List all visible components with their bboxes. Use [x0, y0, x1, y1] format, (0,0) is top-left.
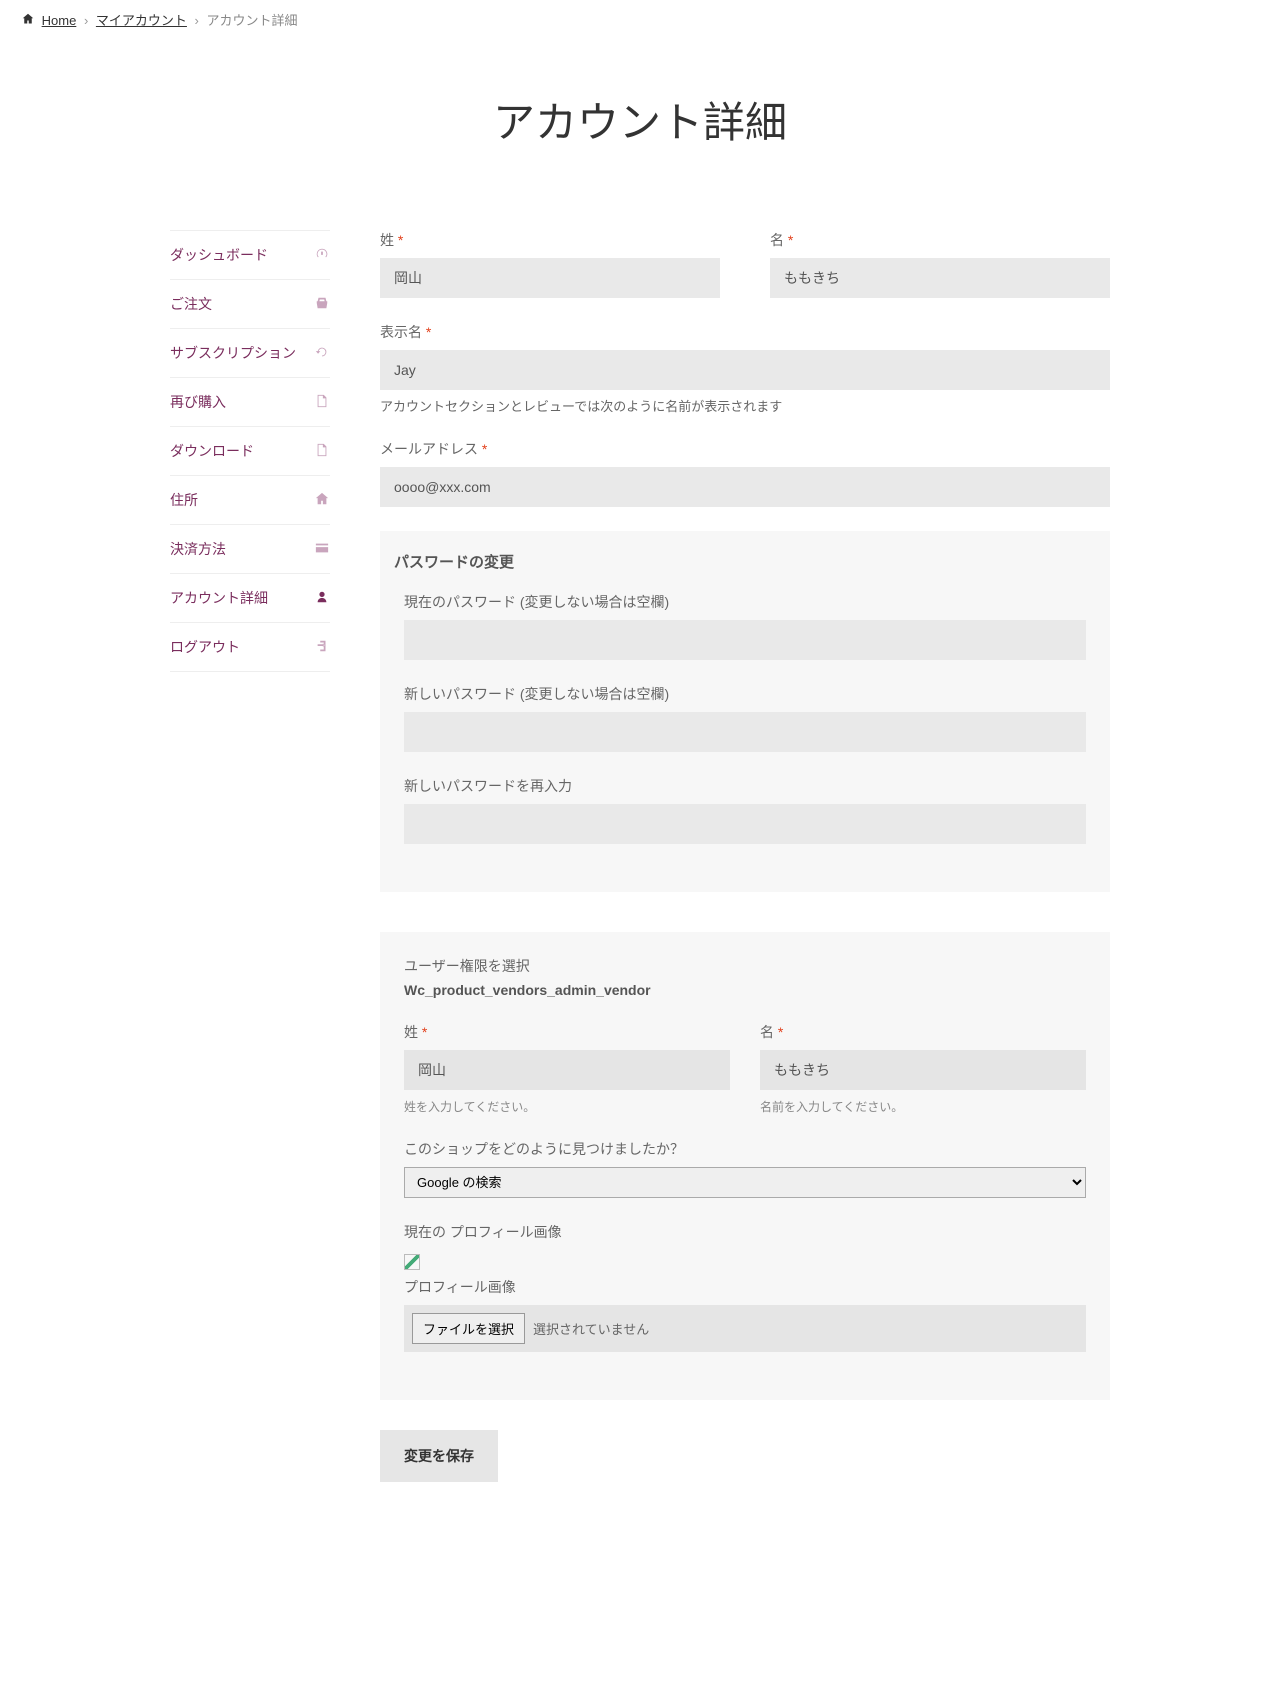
found-label: このショップをどのように見つけましたか？ — [404, 1139, 1086, 1159]
breadcrumb-separator: › — [84, 13, 88, 28]
sidebar-item-label: ご注文 — [170, 294, 212, 314]
file-status: 選択されていません — [533, 1319, 649, 1338]
extra-last-name-input[interactable] — [404, 1050, 730, 1090]
home-icon — [22, 13, 34, 28]
sidebar-item-label: サブスクリプション — [170, 343, 296, 363]
password-legend: パスワードの変更 — [380, 531, 1100, 582]
sidebar-item-7[interactable]: アカウント詳細 — [170, 573, 330, 622]
sidebar-item-0[interactable]: ダッシュボード — [170, 230, 330, 279]
extra-section: ユーザー権限を選択 Wc_product_vendors_admin_vendo… — [380, 932, 1110, 1400]
sidebar-item-label: 決済方法 — [170, 539, 226, 559]
confirm-password-label: 新しいパスワードを再入力 — [404, 776, 1086, 796]
sidebar-item-6[interactable]: 決済方法 — [170, 524, 330, 573]
home-icon — [314, 492, 330, 509]
current-password-label: 現在のパスワード (変更しない場合は空欄) — [404, 592, 1086, 612]
role-value: Wc_product_vendors_admin_vendor — [404, 982, 1086, 998]
breadcrumb-current: アカウント詳細 — [207, 13, 298, 28]
current-password-input[interactable] — [404, 620, 1086, 660]
sidebar-item-label: ダウンロード — [170, 441, 254, 461]
sidebar-item-4[interactable]: ダウンロード — [170, 426, 330, 475]
basket-icon — [314, 296, 330, 313]
sidebar-item-label: アカウント詳細 — [170, 588, 268, 608]
user-icon — [314, 590, 330, 607]
sidebar-item-1[interactable]: ご注文 — [170, 279, 330, 328]
email-label: メールアドレス * — [380, 439, 1110, 459]
found-select[interactable]: Google の検索 — [404, 1167, 1086, 1198]
page-title: アカウント詳細 — [170, 89, 1110, 150]
sidebar: ダッシュボードご注文サブスクリプション再び購入ダウンロード住所決済方法アカウント… — [170, 230, 330, 1482]
extra-last-name-label: 姓 * — [404, 1022, 730, 1042]
current-image-label: 現在の プロフィール画像 — [404, 1222, 1086, 1242]
breadcrumb-home[interactable]: Home — [42, 13, 77, 28]
role-label: ユーザー権限を選択 — [404, 956, 1086, 976]
extra-first-name-help: 名前を入力してください。 — [760, 1098, 1086, 1115]
display-name-label: 表示名 * — [380, 322, 1110, 342]
new-password-label: 新しいパスワード (変更しない場合は空欄) — [404, 684, 1086, 704]
sidebar-item-2[interactable]: サブスクリプション — [170, 328, 330, 377]
dashboard-icon — [314, 247, 330, 264]
sidebar-item-label: 住所 — [170, 490, 198, 510]
breadcrumb-separator: › — [195, 13, 199, 28]
email-input[interactable] — [380, 467, 1110, 507]
sidebar-item-5[interactable]: 住所 — [170, 475, 330, 524]
first-name-input[interactable] — [770, 258, 1110, 298]
refresh-icon — [314, 345, 330, 362]
extra-first-name-input[interactable] — [760, 1050, 1086, 1090]
breadcrumb: Home › マイアカウント › アカウント詳細 — [22, 0, 1110, 39]
first-name-label: 名 * — [770, 230, 1110, 250]
sidebar-item-3[interactable]: 再び購入 — [170, 377, 330, 426]
display-name-help: アカウントセクションとレビューでは次のように名前が表示されます — [380, 396, 1110, 415]
broken-image-icon — [404, 1254, 420, 1270]
sidebar-item-label: ログアウト — [170, 637, 240, 657]
file-icon — [314, 394, 330, 411]
extra-last-name-help: 姓を入力してください。 — [404, 1098, 730, 1115]
main-content: 姓 * 名 * 表示名 * アカウントセクションとレビューでは次のように名前が表… — [380, 230, 1110, 1482]
display-name-input[interactable] — [380, 350, 1110, 390]
file-icon — [314, 443, 330, 460]
save-button[interactable]: 変更を保存 — [380, 1430, 498, 1482]
sidebar-item-label: ダッシュボード — [170, 245, 268, 265]
new-password-input[interactable] — [404, 712, 1086, 752]
confirm-password-input[interactable] — [404, 804, 1086, 844]
file-input[interactable]: ファイルを選択 選択されていません — [404, 1305, 1086, 1352]
breadcrumb-my-account[interactable]: マイアカウント — [96, 13, 187, 28]
file-choose-button[interactable]: ファイルを選択 — [412, 1313, 525, 1344]
logout-icon — [314, 639, 330, 656]
last-name-input[interactable] — [380, 258, 720, 298]
sidebar-item-8[interactable]: ログアウト — [170, 622, 330, 672]
last-name-label: 姓 * — [380, 230, 720, 250]
password-fieldset: パスワードの変更 現在のパスワード (変更しない場合は空欄) 新しいパスワード … — [380, 531, 1110, 892]
image-label: プロフィール画像 — [404, 1277, 1086, 1297]
sidebar-item-label: 再び購入 — [170, 392, 226, 412]
card-icon — [314, 541, 330, 558]
extra-first-name-label: 名 * — [760, 1022, 1086, 1042]
